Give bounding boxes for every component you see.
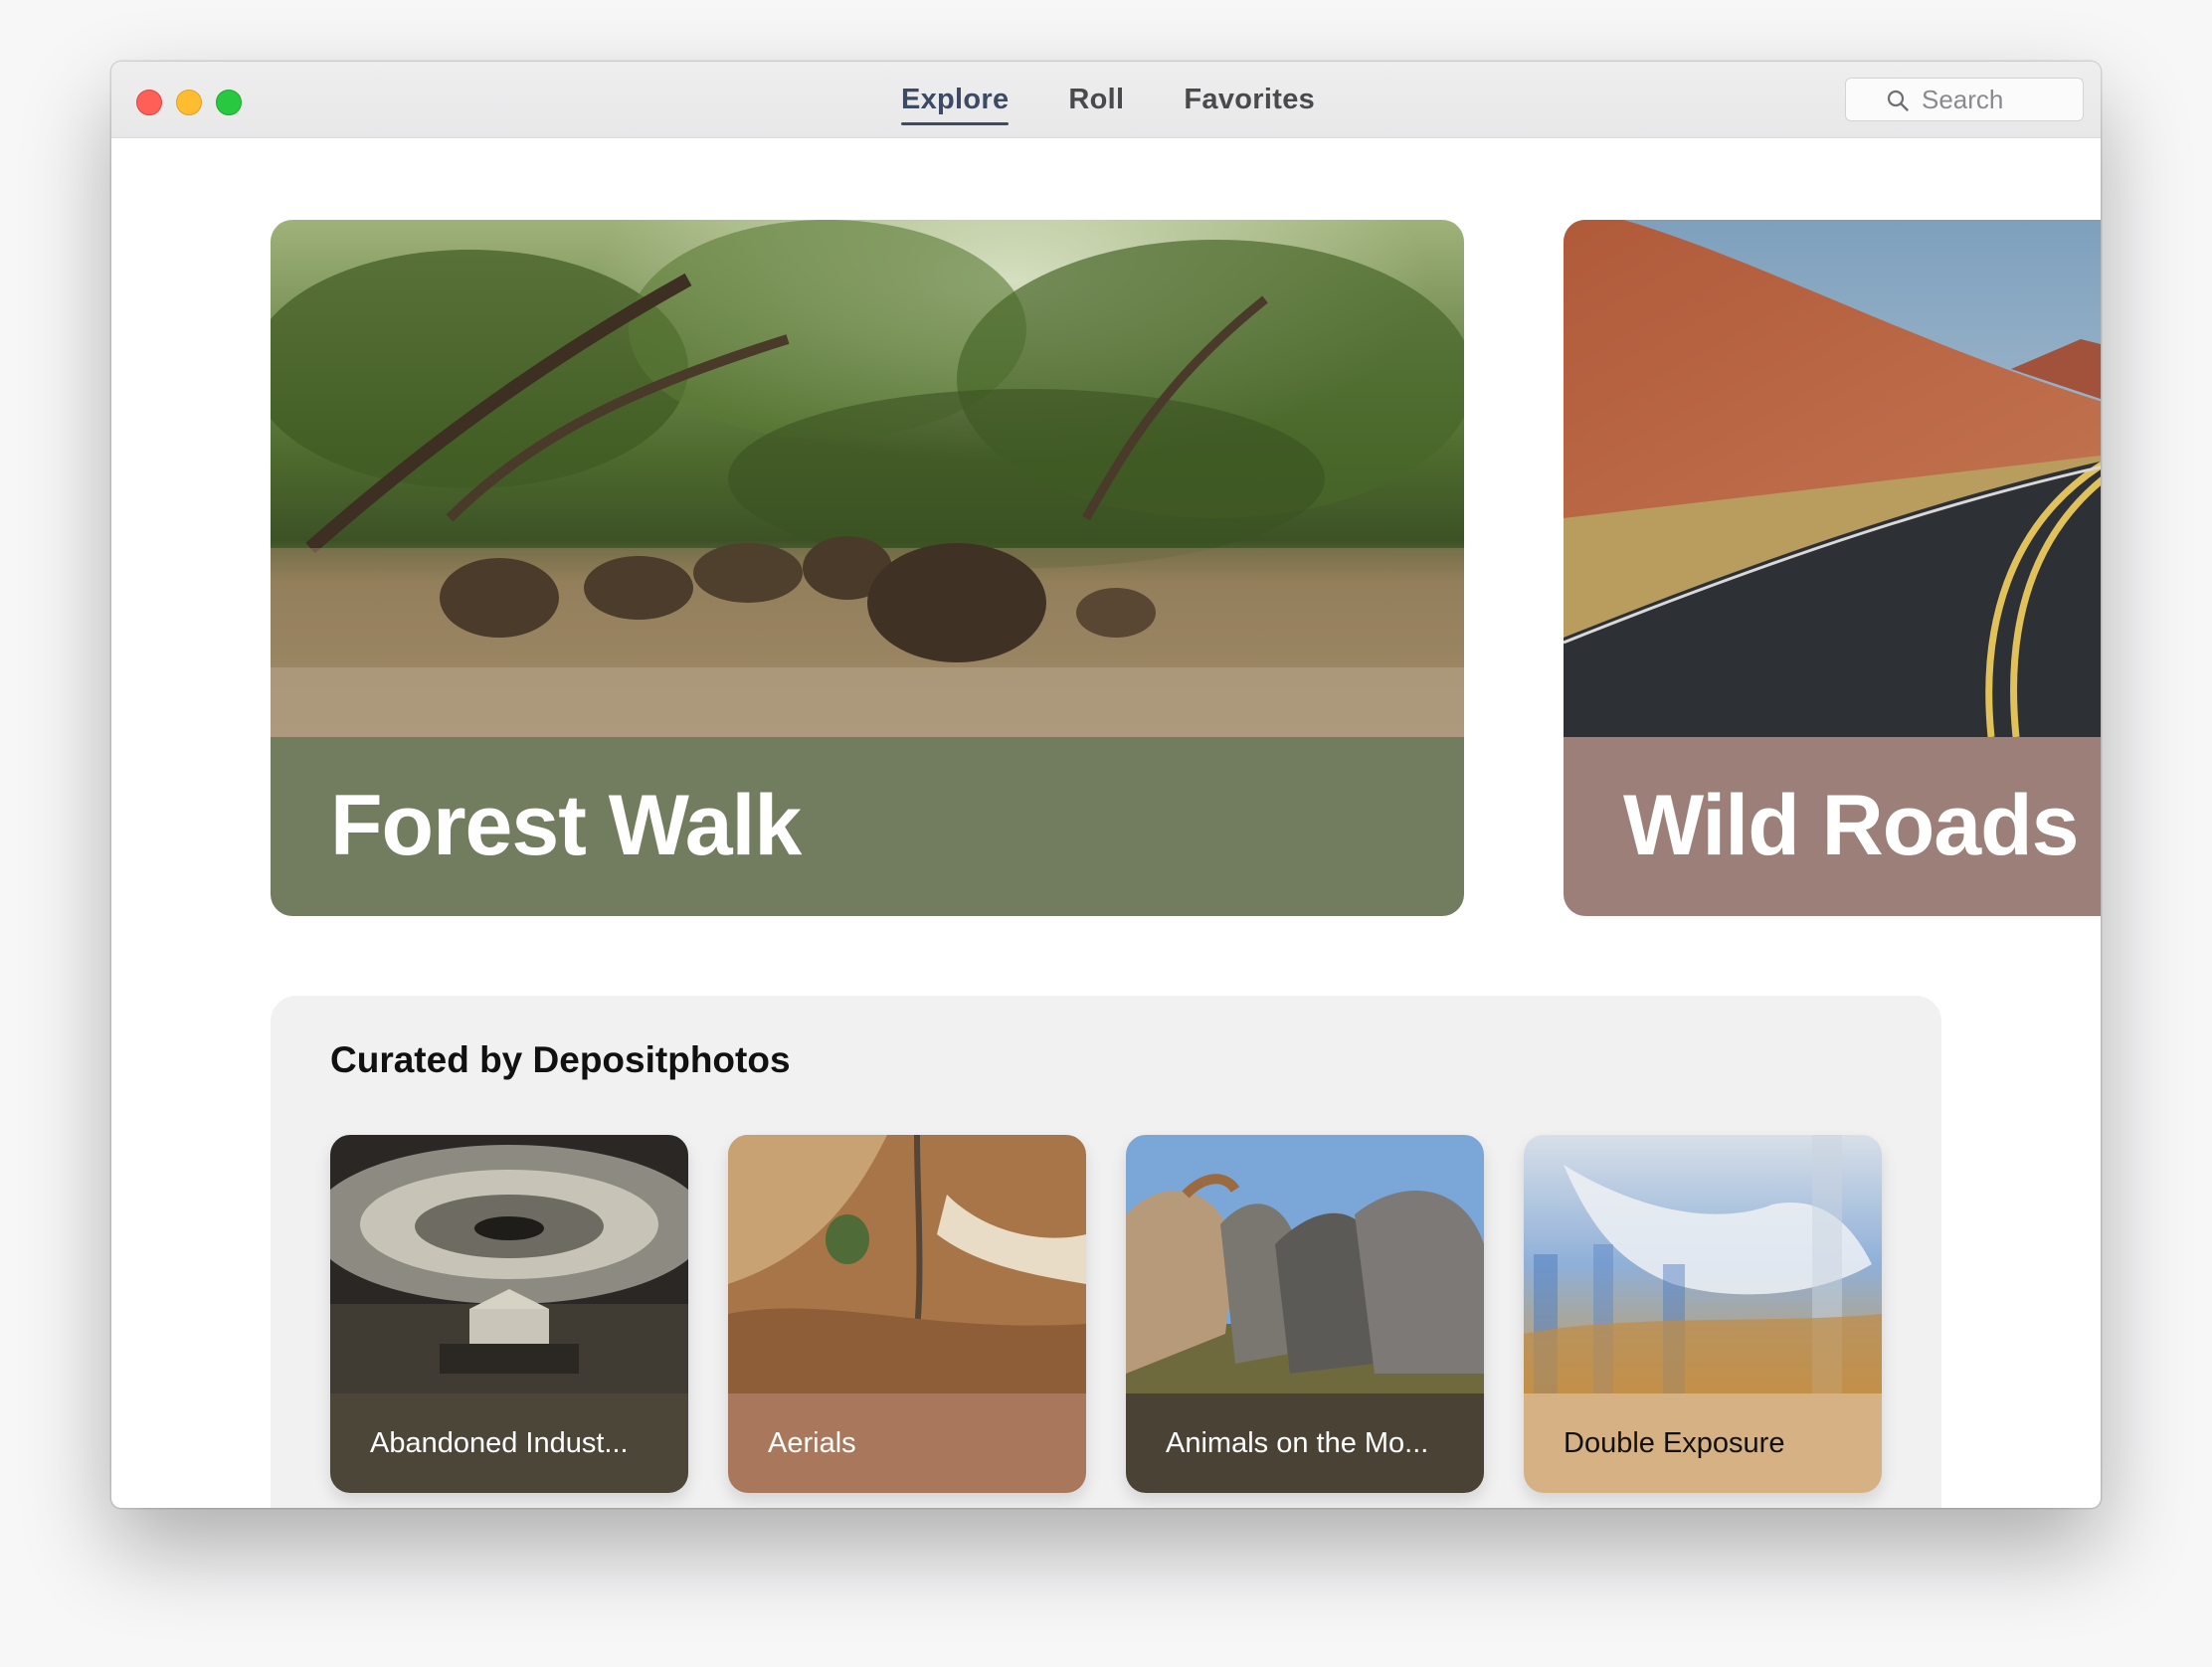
app-window: Explore Roll Favorites Search Forest Wal… <box>111 62 2101 1508</box>
forest-walk-image <box>271 220 1464 737</box>
search-placeholder: Search <box>1922 85 2004 114</box>
aerials-image <box>728 1135 1086 1393</box>
wild-roads-image <box>1564 220 2101 737</box>
animals-on-the-move-label: Animals on the Mo... <box>1166 1427 1429 1459</box>
featured-card-forest-walk[interactable]: Forest Walk <box>271 220 1464 916</box>
forest-walk-band: Forest Walk <box>271 737 1464 916</box>
featured-card-wild-roads[interactable]: Wild Roads <box>1564 220 2101 916</box>
title-bar: Explore Roll Favorites Search <box>111 62 2101 138</box>
tab-favorites[interactable]: Favorites <box>1184 62 1315 137</box>
collection-card-double-exposure[interactable]: Double Exposure <box>1524 1135 1882 1493</box>
curated-card-list: Abandoned Indust... Aerials Animals on t… <box>330 1135 1882 1493</box>
wild-roads-title: Wild Roads <box>1623 778 2079 873</box>
forest-walk-title: Forest Walk <box>330 778 802 873</box>
animals-on-the-move-band: Animals on the Mo... <box>1126 1393 1484 1493</box>
search-icon <box>1887 90 1909 111</box>
collection-card-animals-on-the-move[interactable]: Animals on the Mo... <box>1126 1135 1484 1493</box>
double-exposure-label: Double Exposure <box>1564 1427 1785 1459</box>
abandoned-industrial-label: Abandoned Indust... <box>370 1427 629 1459</box>
collection-card-abandoned-industrial[interactable]: Abandoned Indust... <box>330 1135 688 1493</box>
tab-explore[interactable]: Explore <box>900 62 1010 137</box>
collection-card-aerials[interactable]: Aerials <box>728 1135 1086 1493</box>
aerials-band: Aerials <box>728 1393 1086 1493</box>
abandoned-industrial-band: Abandoned Indust... <box>330 1393 688 1493</box>
curated-section-title: Curated by Depositphotos <box>330 1039 791 1080</box>
curated-section: Curated by Depositphotos Abandoned Indus… <box>271 996 1941 1508</box>
aerials-label: Aerials <box>768 1427 856 1459</box>
wild-roads-band: Wild Roads <box>1564 737 2101 916</box>
explore-content: Forest Walk Wild Roads Curated by Deposi… <box>111 138 2101 1508</box>
animals-on-the-move-image <box>1126 1135 1484 1393</box>
double-exposure-image <box>1524 1135 1882 1393</box>
double-exposure-band: Double Exposure <box>1524 1393 1882 1493</box>
tab-roll[interactable]: Roll <box>1068 62 1124 137</box>
abandoned-industrial-image <box>330 1135 688 1393</box>
search-field[interactable]: Search <box>1845 78 2084 121</box>
tab-bar: Explore Roll Favorites <box>111 62 2101 137</box>
